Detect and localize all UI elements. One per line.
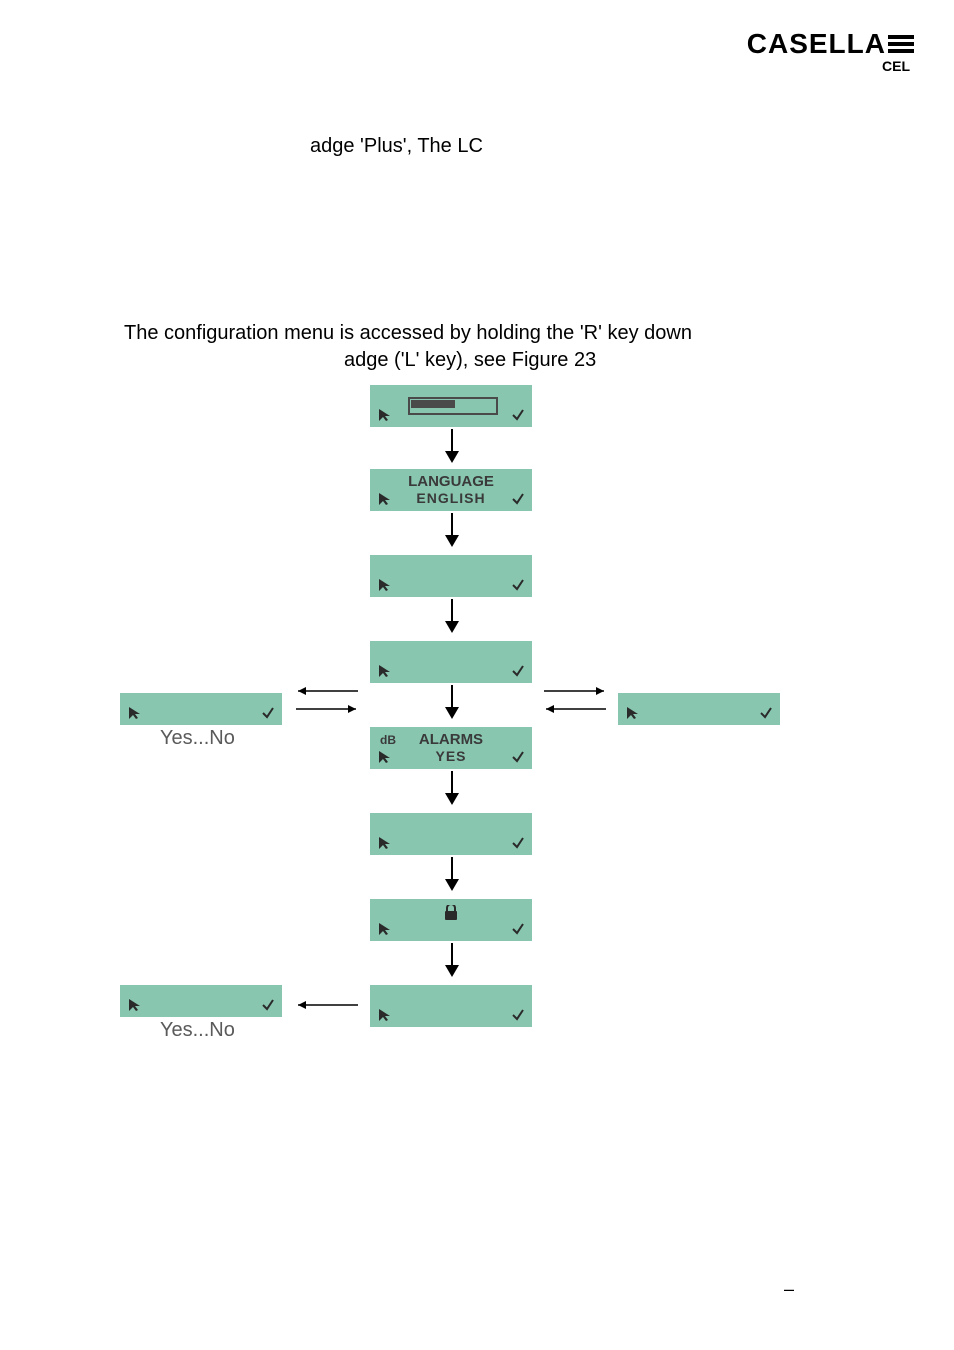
language-value: ENGLISH (408, 490, 494, 506)
logo-subtext: CEL (747, 58, 910, 74)
cursor-icon (376, 407, 392, 423)
box-bottom-left (120, 985, 282, 1017)
check-icon (510, 663, 526, 679)
check-icon (260, 705, 276, 721)
page-footer-mark: – (784, 1279, 794, 1300)
box-language-text: LANGUAGE ENGLISH (408, 474, 494, 506)
check-icon (758, 705, 774, 721)
cursor-icon (376, 921, 392, 937)
cursor-icon (376, 491, 392, 507)
box-alarms: dB ALARMS YES (370, 727, 532, 769)
cursor-icon (376, 663, 392, 679)
box-alarms-text: ALARMS YES (419, 732, 483, 764)
arrow-down-icon (443, 429, 461, 465)
alarms-label: ALARMS (419, 731, 483, 748)
arrow-down-icon (443, 857, 461, 893)
box-step-6 (370, 813, 532, 855)
para-line1: The configuration menu is accessed by ho… (124, 322, 692, 344)
cursor-icon (376, 835, 392, 851)
box-right-branch (618, 693, 780, 725)
yesno-caption-2: Yes...No (160, 1019, 235, 1042)
cursor-icon (376, 749, 392, 765)
brand-logo: CASELLA CEL (747, 28, 914, 74)
language-label: LANGUAGE (408, 473, 494, 490)
logo-bars-icon (888, 35, 914, 53)
arrow-down-icon (443, 771, 461, 807)
check-icon (510, 835, 526, 851)
box-startup (370, 385, 532, 427)
box-step-8 (370, 985, 532, 1027)
text-fragment-1: adge 'Plus', The LC (310, 135, 483, 158)
arrows-left-bidir (288, 681, 366, 721)
box-left-branch (120, 693, 282, 725)
check-icon (510, 749, 526, 765)
cursor-icon (624, 705, 640, 721)
logo-text: CASELLA (747, 28, 886, 60)
lock-icon (444, 905, 458, 921)
check-icon (510, 921, 526, 937)
arrow-down-icon (443, 685, 461, 721)
check-icon (260, 997, 276, 1013)
arrows-right-bidir (536, 681, 614, 721)
cursor-icon (126, 705, 142, 721)
config-flow-diagram: LANGUAGE ENGLISH dB ALARMS YES (120, 385, 830, 1205)
check-icon (510, 577, 526, 593)
box-step-4 (370, 641, 532, 683)
arrow-left-icon (288, 995, 366, 1015)
yesno-caption-1: Yes...No (160, 727, 235, 750)
box-lock (370, 899, 532, 941)
alarms-value: YES (419, 748, 483, 764)
config-paragraph: The configuration menu is accessed by ho… (124, 320, 834, 374)
arrow-down-icon (443, 599, 461, 635)
db-label: dB (380, 733, 396, 747)
para-line2: adge ('L' key), see Figure 23 (344, 347, 596, 374)
box-language: LANGUAGE ENGLISH (370, 469, 532, 511)
arrow-down-icon (443, 943, 461, 979)
check-icon (510, 407, 526, 423)
cursor-icon (376, 577, 392, 593)
cursor-icon (126, 997, 142, 1013)
arrow-down-icon (443, 513, 461, 549)
box-step-3 (370, 555, 532, 597)
cursor-icon (376, 1007, 392, 1023)
check-icon (510, 491, 526, 507)
progress-fill-icon (411, 400, 455, 408)
check-icon (510, 1007, 526, 1023)
